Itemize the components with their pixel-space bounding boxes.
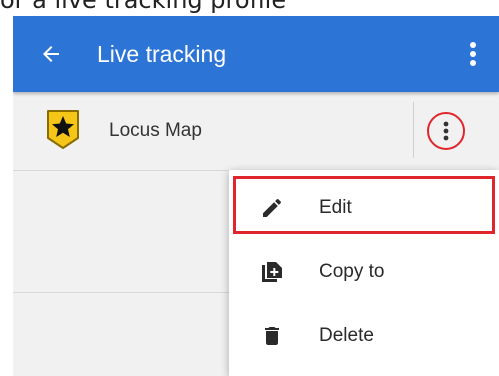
menu-item-label: Delete <box>319 325 374 346</box>
back-button[interactable] <box>35 38 67 70</box>
more-vertical-icon <box>443 121 449 141</box>
menu-item-edit[interactable]: Edit <box>229 180 499 236</box>
row-divider <box>413 102 414 158</box>
list-item[interactable]: Locus Map <box>13 92 499 171</box>
menu-item-copy-to[interactable]: Copy to <box>229 244 499 300</box>
menu-item-label: Copy to <box>319 261 385 282</box>
app-screen: Live tracking Locus Map Edit Copy to Del… <box>13 16 499 376</box>
list-item-label: Locus Map <box>109 120 202 141</box>
pencil-icon <box>259 195 285 221</box>
context-menu: Edit Copy to Delete <box>229 170 499 376</box>
list-divider <box>13 292 233 293</box>
item-overflow-button[interactable] <box>427 112 465 150</box>
arrow-left-icon <box>43 46 59 62</box>
app-bar: Live tracking <box>13 16 499 92</box>
overflow-menu-button[interactable] <box>461 38 485 70</box>
page-title: Live tracking <box>97 40 227 67</box>
caption-text: or a live tracking profile <box>0 0 287 14</box>
copy-add-icon <box>259 259 285 285</box>
more-vertical-icon <box>470 42 476 66</box>
menu-item-delete[interactable]: Delete <box>229 308 499 364</box>
menu-item-label: Edit <box>319 197 352 218</box>
trash-icon <box>259 323 285 349</box>
star-pin-icon <box>45 108 81 150</box>
